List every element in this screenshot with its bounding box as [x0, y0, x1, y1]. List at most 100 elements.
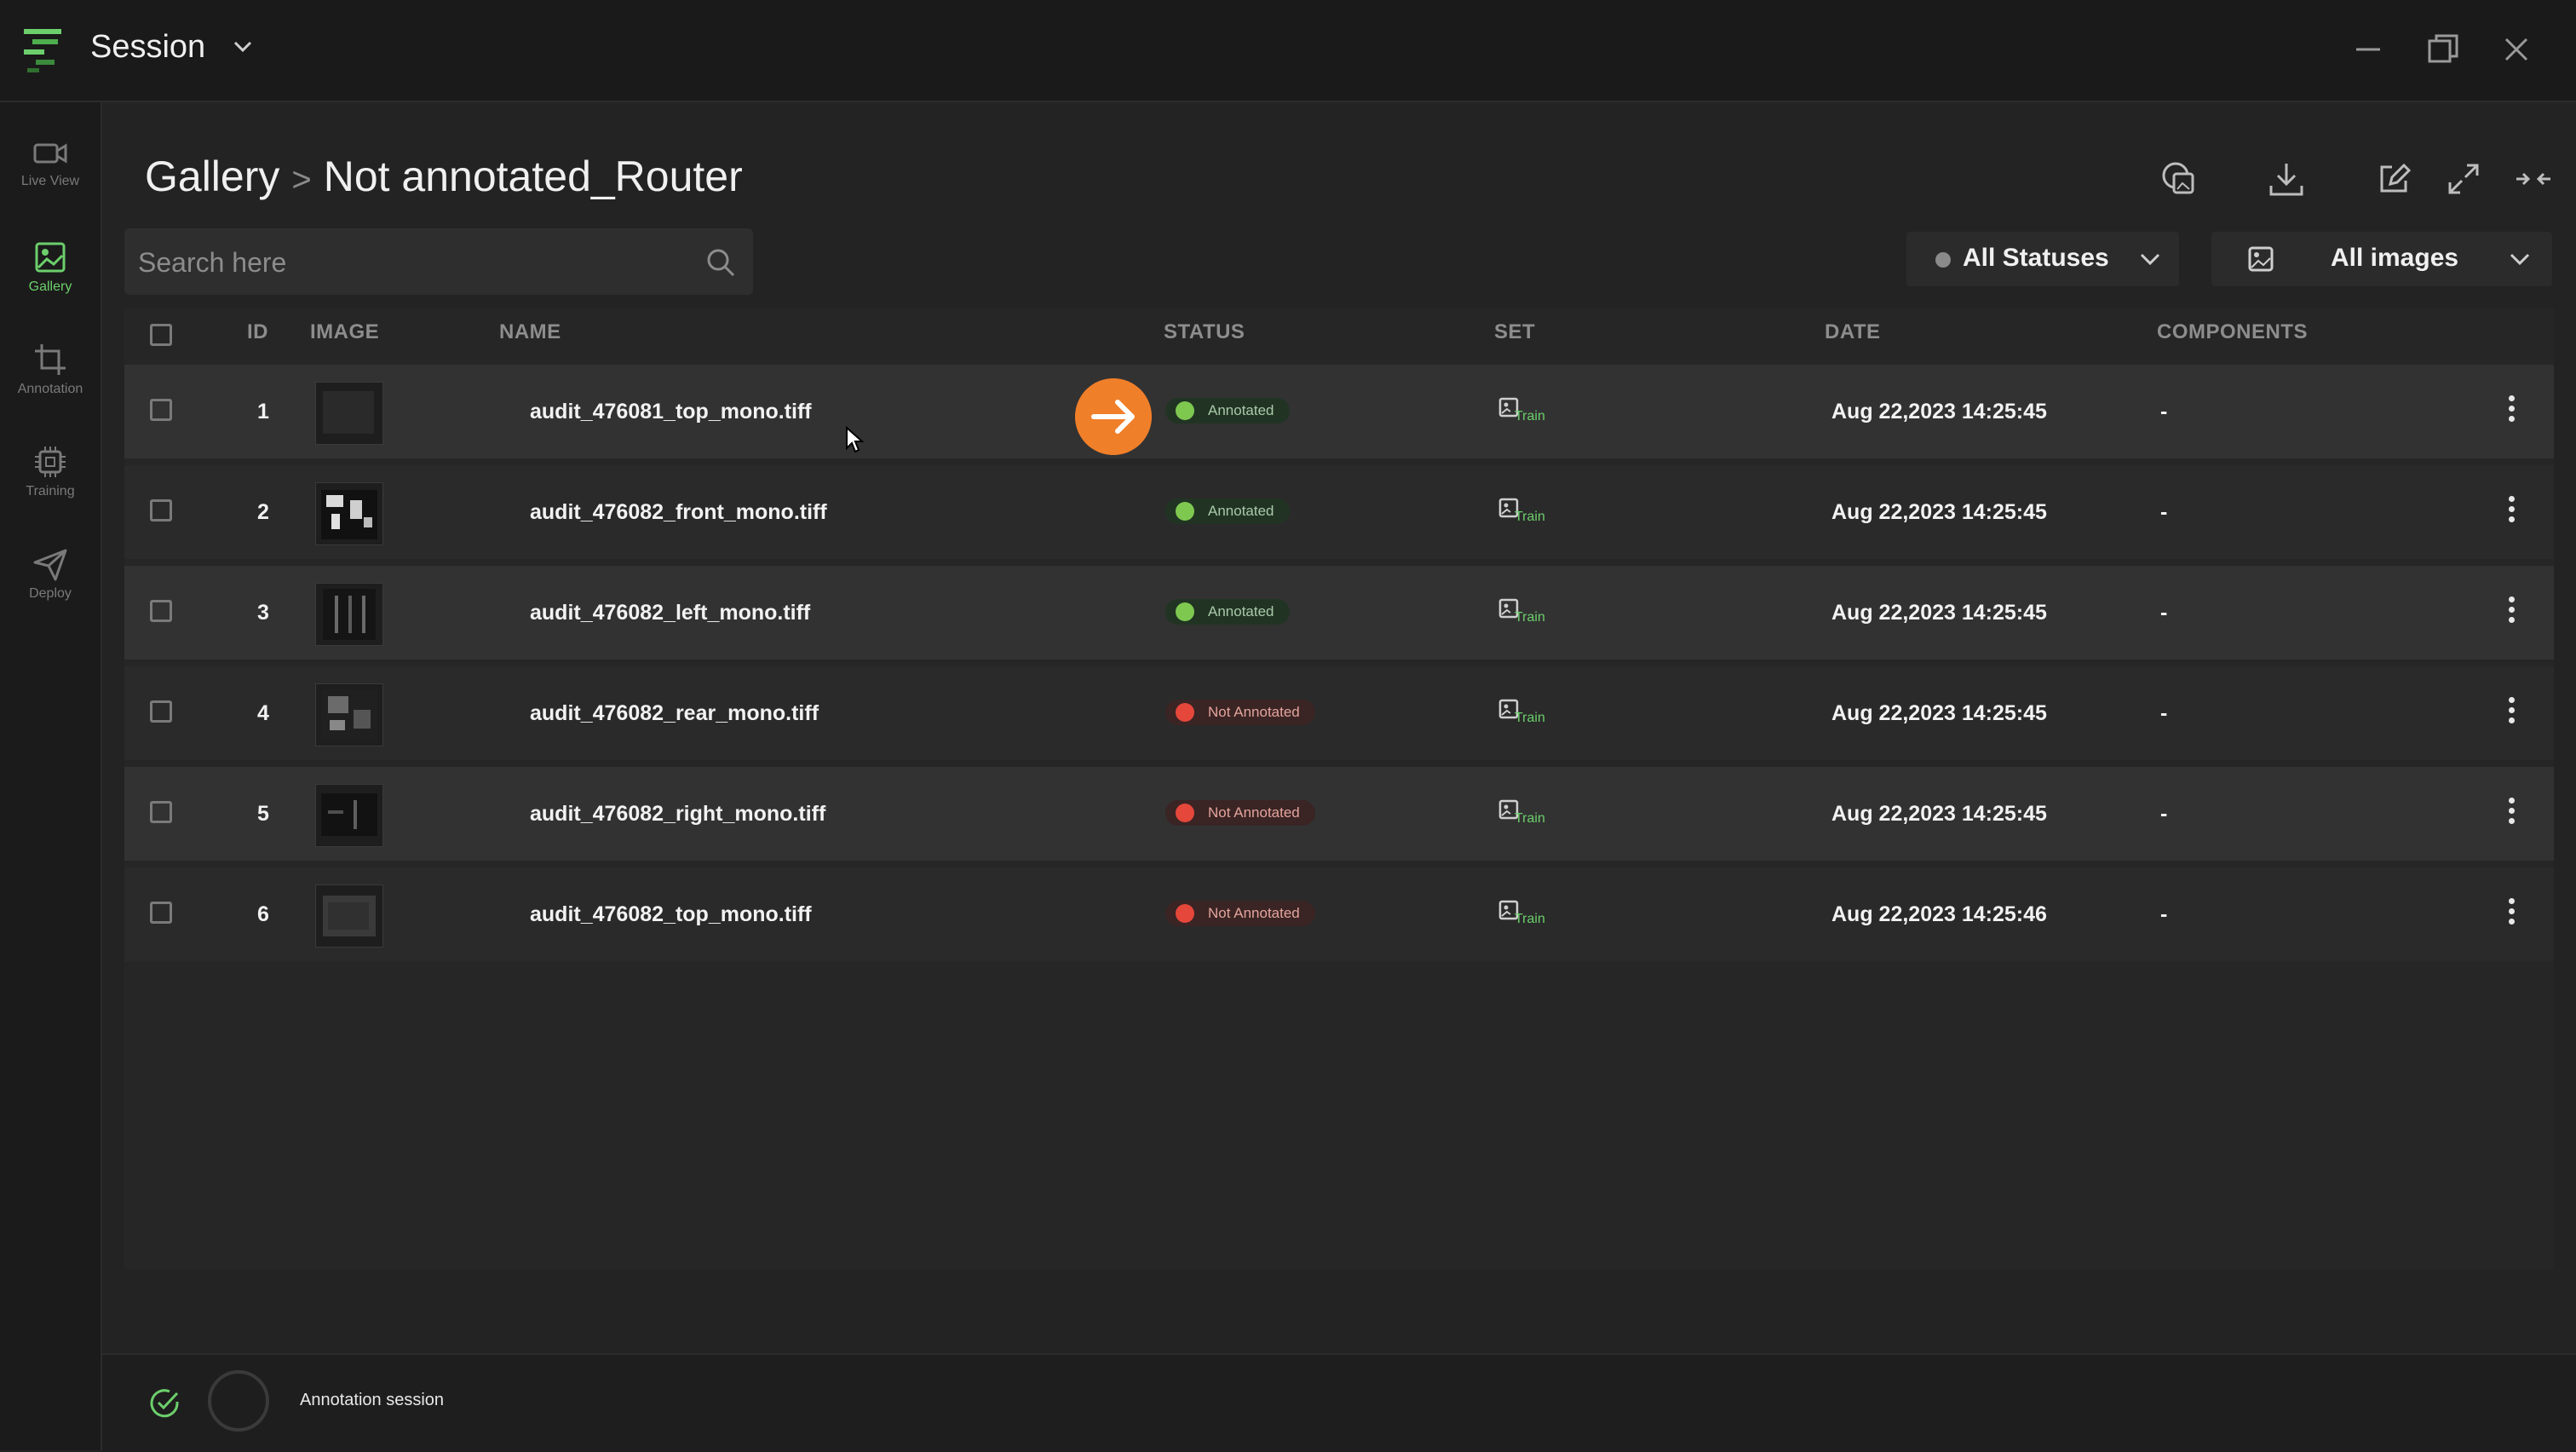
restore-icon[interactable]	[2424, 31, 2462, 68]
edit-icon[interactable]	[2373, 158, 2414, 199]
set-label: Train	[1515, 912, 1545, 926]
status-badge: Not Annotated	[1165, 800, 1315, 826]
set-label: Train	[1515, 811, 1545, 826]
row-id: 3	[257, 601, 269, 625]
row-filename[interactable]: audit_476082_top_mono.tiff	[530, 867, 812, 961]
sidebar-item-live-view[interactable]: Live View	[0, 128, 101, 213]
row-filename[interactable]: audit_476082_left_mono.tiff	[530, 566, 810, 660]
images-filter-dropdown[interactable]: All images	[2211, 232, 2552, 286]
row-more-menu-icon[interactable]	[2506, 697, 2516, 731]
row-components: -	[2160, 500, 2168, 524]
select-all-checkbox[interactable]	[150, 324, 172, 346]
row-more-menu-icon[interactable]	[2506, 395, 2516, 429]
sidebar-item-label: Training	[26, 484, 75, 498]
row-checkbox[interactable]	[150, 700, 172, 723]
arrow-right-icon[interactable]	[1075, 378, 1152, 455]
row-filename[interactable]: audit_476082_rear_mono.tiff	[530, 666, 819, 760]
table-row[interactable]: 4 audit_476082_rear_mono.tiff Not Annotate…	[124, 666, 2554, 760]
sidebar-item-annotation[interactable]: Annotation	[0, 332, 101, 418]
row-checkbox[interactable]	[150, 600, 172, 622]
sidebar-item-gallery[interactable]: Gallery	[0, 230, 101, 315]
copy-image-icon[interactable]	[2159, 158, 2199, 199]
image-thumbnail[interactable]	[315, 784, 383, 847]
set-cell: Train	[1498, 798, 1549, 832]
row-checkbox[interactable]	[150, 399, 172, 421]
breadcrumb-gallery-link[interactable]: Gallery	[145, 153, 279, 200]
column-header-name[interactable]: NAME	[499, 320, 561, 344]
row-more-menu-icon[interactable]	[2506, 798, 2516, 832]
sidebar-item-training[interactable]: Training	[0, 435, 101, 520]
check-circle-icon	[150, 1389, 179, 1418]
status-dot-icon	[1176, 703, 1194, 722]
sidebar: Live View Gallery Annotation Training De…	[0, 102, 102, 1450]
column-header-date[interactable]: DATE	[1825, 320, 1881, 344]
set-label: Train	[1515, 510, 1545, 524]
app-logo-icon	[24, 29, 61, 72]
column-header-set[interactable]: SET	[1494, 320, 1535, 344]
row-checkbox[interactable]	[150, 801, 172, 823]
session-title[interactable]: Session	[90, 29, 205, 66]
set-cell: Train	[1498, 496, 1549, 530]
sidebar-item-deploy[interactable]: Deploy	[0, 537, 101, 622]
row-more-menu-icon[interactable]	[2506, 898, 2516, 932]
row-more-menu-icon[interactable]	[2506, 496, 2516, 530]
row-more-menu-icon[interactable]	[2506, 596, 2516, 631]
status-dot-icon	[1176, 602, 1194, 621]
images-table: ID IMAGE NAME STATUS SET DATE COMPONENTS…	[124, 308, 2554, 1270]
row-id: 5	[257, 802, 269, 826]
status-badge: Annotated	[1165, 599, 1290, 625]
image-thumbnail[interactable]	[315, 382, 383, 445]
chevron-down-icon[interactable]	[232, 37, 254, 55]
status-dot-icon	[1176, 904, 1194, 923]
search-input[interactable]	[136, 228, 685, 297]
status-dot-icon	[1935, 252, 1951, 268]
chevron-down-icon	[2140, 253, 2160, 266]
row-id: 2	[257, 500, 269, 524]
status-text: Annotated	[1208, 503, 1274, 519]
table-row[interactable]: 1 audit_476081_top_mono.tiff Annotated Trai…	[124, 365, 2554, 458]
status-footer: Annotation session	[102, 1353, 2576, 1452]
status-badge: Annotated	[1165, 398, 1290, 424]
status-text: Annotated	[1208, 603, 1274, 619]
expand-icon[interactable]	[2443, 158, 2484, 199]
set-label: Train	[1515, 409, 1545, 424]
row-checkbox[interactable]	[150, 902, 172, 924]
row-date: Aug 22,2023 14:25:45	[1831, 500, 2047, 524]
column-header-status[interactable]: STATUS	[1164, 320, 1245, 344]
column-header-id[interactable]: ID	[247, 320, 268, 344]
mouse-cursor-icon	[846, 426, 864, 453]
search-icon[interactable]	[705, 247, 736, 278]
column-header-components: COMPONENTS	[2157, 320, 2309, 343]
search-box	[124, 228, 753, 297]
sidebar-item-label: Gallery	[28, 279, 72, 294]
close-icon[interactable]	[2498, 31, 2535, 68]
row-filename[interactable]: audit_476082_front_mono.tiff	[530, 465, 827, 559]
image-thumbnail[interactable]	[315, 583, 383, 646]
row-components: -	[2160, 902, 2168, 926]
status-filter-dropdown[interactable]: All Statuses	[1906, 232, 2179, 286]
image-thumbnail[interactable]	[315, 683, 383, 746]
breadcrumb-separator: >	[291, 161, 312, 199]
image-thumbnail[interactable]	[315, 482, 383, 545]
row-filename[interactable]: audit_476081_top_mono.tiff	[530, 365, 812, 458]
table-row[interactable]: 3 audit_476082_left_mono.tiff Annotated Tra…	[124, 566, 2554, 660]
row-checkbox[interactable]	[150, 499, 172, 521]
set-label: Train	[1515, 610, 1545, 625]
status-badge: Not Annotated	[1165, 901, 1315, 926]
row-components: -	[2160, 701, 2168, 725]
footer-session-label: Annotation session	[300, 1391, 445, 1409]
row-date: Aug 22,2023 14:25:46	[1831, 902, 2047, 926]
set-cell: Train	[1498, 395, 1549, 429]
collapse-icon[interactable]	[2513, 158, 2554, 199]
row-components: -	[2160, 802, 2168, 826]
status-dot-icon	[1176, 401, 1194, 420]
download-icon[interactable]	[2266, 158, 2307, 199]
table-row[interactable]: 6 audit_476082_top_mono.tiff Not Annotated…	[124, 867, 2554, 961]
sidebar-item-label: Annotation	[17, 382, 83, 396]
minimize-icon[interactable]	[2349, 31, 2387, 68]
table-row[interactable]: 5 audit_476082_right_mono.tiff Not Annotat…	[124, 767, 2554, 861]
table-row[interactable]: 2 audit_476082_front_mono.tiff Annotated Tr…	[124, 465, 2554, 559]
image-thumbnail[interactable]	[315, 884, 383, 948]
row-id: 4	[257, 701, 269, 725]
row-filename[interactable]: audit_476082_right_mono.tiff	[530, 767, 825, 861]
